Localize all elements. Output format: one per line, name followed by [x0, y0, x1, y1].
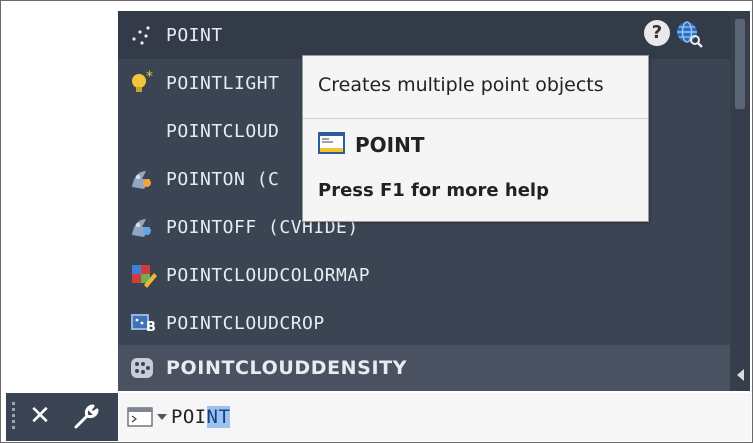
help-icon[interactable]: ? — [644, 20, 670, 46]
command-input[interactable]: POINT — [119, 393, 751, 441]
close-icon[interactable]: ✕ — [28, 399, 52, 433]
suggestion-label: POINTCLOUDCROP — [166, 312, 325, 334]
colormap-icon — [128, 261, 160, 289]
suggestion-label: POINTCLOUDDENSITY — [166, 357, 408, 379]
svg-text:*: * — [146, 69, 154, 85]
drag-grip-icon[interactable] — [12, 402, 20, 432]
svg-text:B: B — [146, 320, 156, 335]
crop-icon: B — [128, 309, 160, 337]
multipoint-icon — [128, 21, 160, 49]
density-icon — [128, 354, 160, 382]
globe-search-icon[interactable] — [674, 19, 704, 49]
command-line-controls: ✕ — [6, 393, 118, 441]
tooltip-command: POINT — [317, 130, 424, 160]
point-off-icon — [128, 213, 160, 241]
suggestion-label: POINTLIGHT — [166, 72, 280, 94]
suggestion-label: POINTON (C — [166, 168, 280, 190]
tooltip-help-hint: Press F1 for more help — [318, 180, 549, 201]
wrench-icon[interactable] — [72, 403, 100, 431]
suggestion-point[interactable]: POINT — [118, 11, 730, 59]
suggestion-label: POINTCLOUDCOLORMAP — [166, 264, 371, 286]
command-line-bar: ✕ POINT — [1, 392, 752, 442]
suggestion-pointcloudcolormap[interactable]: POINTCLOUDCOLORMAP — [118, 251, 730, 299]
tooltip-divider — [303, 118, 648, 119]
command-tooltip: Creates multiple point objects POINT Pre… — [302, 55, 649, 222]
point-on-icon — [128, 165, 160, 193]
list-scrollbar[interactable] — [730, 11, 750, 391]
tooltip-description: Creates multiple point objects — [318, 74, 604, 96]
point-light-icon: * — [128, 69, 160, 97]
blank-icon — [128, 117, 160, 145]
tooltip-command-name: POINT — [355, 133, 425, 157]
suggestion-pointcloudcrop[interactable]: B POINTCLOUDCROP — [118, 299, 730, 347]
autocomplete-highlight: NT — [206, 406, 231, 428]
suggestion-label: POINT — [166, 24, 223, 46]
expand-arrow-icon[interactable] — [737, 369, 744, 381]
typed-text: POI — [171, 406, 207, 428]
command-prompt-icon[interactable] — [127, 406, 153, 428]
scroll-thumb[interactable] — [735, 19, 745, 109]
autocad-command-window: POINT * POINTLIGHT POINTCLOUD POINTON (C… — [0, 0, 753, 443]
command-window-icon — [317, 130, 347, 160]
suggestion-pointclouddensity[interactable]: POINTCLOUDDENSITY — [118, 345, 730, 391]
command-text: POINT — [171, 406, 231, 428]
chevron-down-icon[interactable] — [157, 414, 167, 420]
suggestion-label: POINTCLOUD — [166, 120, 280, 142]
